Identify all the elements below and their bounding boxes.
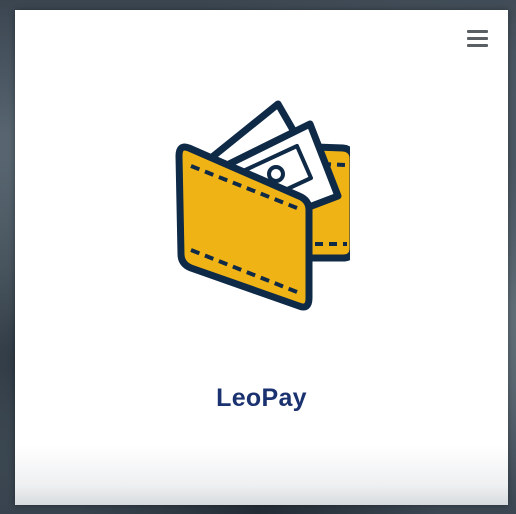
app-tile[interactable]: LeoPay <box>15 10 508 505</box>
app-name-label[interactable]: LeoPay <box>15 384 508 413</box>
hamburger-menu-icon[interactable] <box>467 30 489 50</box>
wallet-icon <box>175 100 350 311</box>
